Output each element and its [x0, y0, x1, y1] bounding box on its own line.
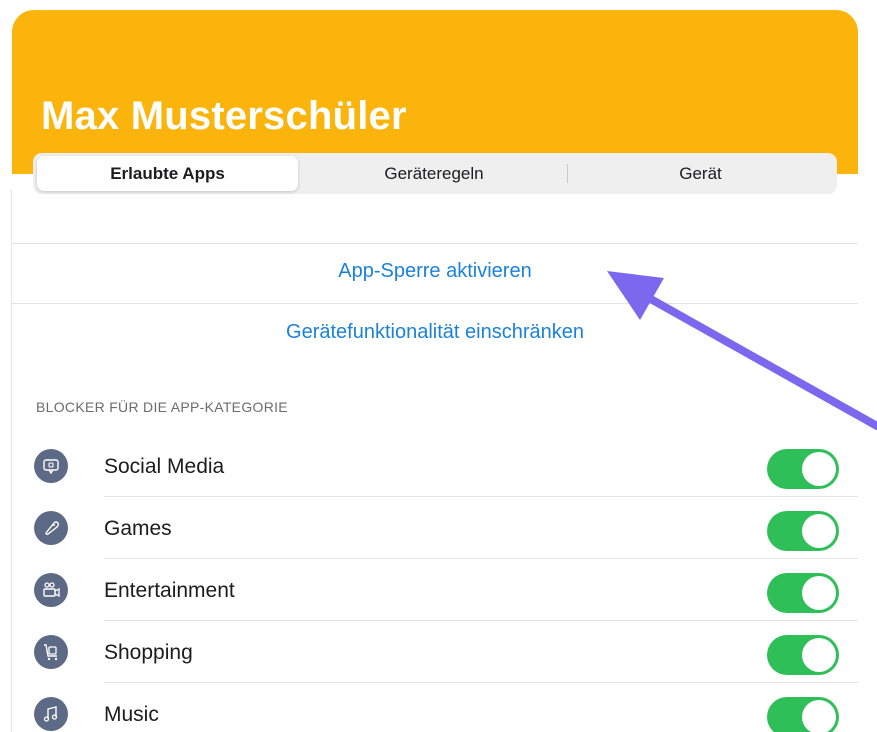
- annotation-arrow: [607, 271, 877, 430]
